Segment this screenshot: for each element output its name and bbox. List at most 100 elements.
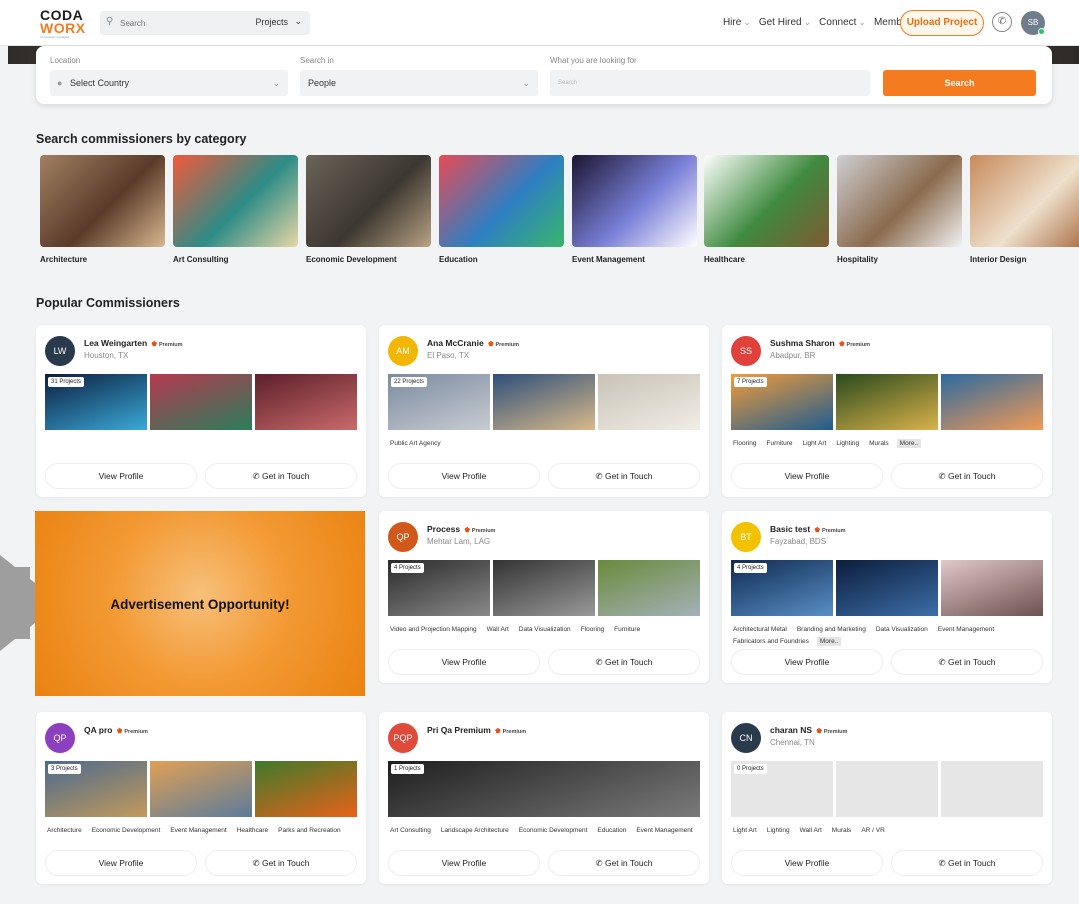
country-select[interactable]: ● Select Country ⌄ xyxy=(50,70,288,96)
project-thumbnail[interactable] xyxy=(255,374,357,430)
project-thumbnail[interactable] xyxy=(836,761,938,817)
view-profile-button[interactable]: View Profile xyxy=(388,850,540,876)
looking-for-input[interactable]: Search xyxy=(550,70,870,96)
commissioner-avatar[interactable]: CN xyxy=(731,723,761,753)
tag-chip[interactable]: Murals xyxy=(830,826,854,835)
commissioner-avatar[interactable]: LW xyxy=(45,336,75,366)
nav-get-hired[interactable]: Get Hired ⌄ xyxy=(759,17,811,28)
project-thumbnail[interactable] xyxy=(836,560,938,616)
project-thumbnail[interactable] xyxy=(388,761,700,817)
tag-chip[interactable]: Event Management xyxy=(634,826,694,835)
nav-hire[interactable]: Hire ⌄ xyxy=(723,17,751,28)
category-image[interactable] xyxy=(704,155,829,247)
category-economic-development[interactable]: Economic Development xyxy=(306,155,431,264)
commissioner-avatar[interactable]: SS xyxy=(731,336,761,366)
commissioner-name[interactable]: Basic test ♚ Premium xyxy=(770,524,846,534)
tag-chip[interactable]: Flooring xyxy=(579,625,606,634)
tag-chip[interactable]: Light Art xyxy=(801,439,829,448)
tag-chip[interactable]: Furniture xyxy=(764,439,794,448)
category-interior-design[interactable]: Interior Design xyxy=(970,155,1079,264)
tag-chip[interactable]: Healthcare xyxy=(235,826,270,835)
commissioner-name[interactable]: Ana McCranie ♚ Premium xyxy=(427,338,519,348)
codaworx-logo[interactable]: CODA WORX commission managed xyxy=(40,8,88,39)
category-label[interactable]: Art Consulting xyxy=(173,255,298,264)
tag-chip[interactable]: Architecture xyxy=(45,826,84,835)
project-thumbnail[interactable] xyxy=(941,761,1043,817)
commissioner-name[interactable]: Sushma Sharon ♚ Premium xyxy=(770,338,870,348)
tag-chip[interactable]: Video and Projection Mapping xyxy=(388,625,479,634)
commissioner-avatar[interactable]: PQP xyxy=(388,723,418,753)
project-thumbnail[interactable] xyxy=(836,374,938,430)
tag-chip[interactable]: Data Visualization xyxy=(517,625,573,634)
get-in-touch-button[interactable]: ✆ Get in Touch xyxy=(548,850,700,876)
view-profile-button[interactable]: View Profile xyxy=(731,850,883,876)
view-profile-button[interactable]: View Profile xyxy=(731,463,883,489)
more-tags-button[interactable]: More.. xyxy=(896,439,922,448)
category-label[interactable]: Education xyxy=(439,255,564,264)
project-thumbnail[interactable] xyxy=(598,374,700,430)
project-thumbnail[interactable] xyxy=(493,374,595,430)
tag-chip[interactable]: AR / VR xyxy=(859,826,886,835)
get-in-touch-button[interactable]: ✆ Get in Touch xyxy=(891,850,1043,876)
project-thumbnail[interactable] xyxy=(941,374,1043,430)
view-profile-button[interactable]: View Profile xyxy=(731,649,883,675)
category-label[interactable]: Hospitality xyxy=(837,255,962,264)
category-label[interactable]: Architecture xyxy=(40,255,165,264)
category-hospitality[interactable]: Hospitality xyxy=(837,155,962,264)
category-education[interactable]: Education xyxy=(439,155,564,264)
category-healthcare[interactable]: Healthcare xyxy=(704,155,829,264)
tag-chip[interactable]: Education xyxy=(595,826,628,835)
category-event-management[interactable]: Event Management xyxy=(572,155,697,264)
category-image[interactable] xyxy=(40,155,165,247)
tag-chip[interactable]: Data Visualization xyxy=(874,625,930,634)
tag-chip[interactable]: Parks and Recreation xyxy=(276,826,343,835)
tag-chip[interactable]: Fabricators and Foundries xyxy=(731,637,811,646)
chat-icon[interactable]: ✆ xyxy=(992,12,1012,32)
get-in-touch-button[interactable]: ✆ Get in Touch xyxy=(205,850,357,876)
tag-chip[interactable]: Event Management xyxy=(936,625,996,634)
tag-chip[interactable]: Event Management xyxy=(168,826,228,835)
commissioner-avatar[interactable]: BT xyxy=(731,522,761,552)
get-in-touch-button[interactable]: ✆ Get in Touch xyxy=(548,649,700,675)
project-thumbnail[interactable] xyxy=(150,374,252,430)
tag-chip[interactable]: Landscape Architecture xyxy=(439,826,511,835)
project-thumbnail[interactable] xyxy=(941,560,1043,616)
upload-project-button[interactable]: Upload Project xyxy=(900,10,984,36)
tag-chip[interactable]: Public Art Agency xyxy=(388,439,443,448)
category-image[interactable] xyxy=(173,155,298,247)
category-image[interactable] xyxy=(572,155,697,247)
tag-chip[interactable]: Wall Art xyxy=(485,625,511,634)
view-profile-button[interactable]: View Profile xyxy=(45,850,197,876)
user-avatar[interactable]: SB xyxy=(1021,11,1045,35)
tag-chip[interactable]: Art Consulting xyxy=(388,826,433,835)
category-label[interactable]: Healthcare xyxy=(704,255,829,264)
tag-chip[interactable]: Lighting xyxy=(834,439,861,448)
commissioner-avatar[interactable]: AM xyxy=(388,336,418,366)
tag-chip[interactable]: Furniture xyxy=(612,625,642,634)
category-image[interactable] xyxy=(306,155,431,247)
global-search-input[interactable] xyxy=(120,15,230,31)
nav-connect[interactable]: Connect ⌄ xyxy=(819,17,866,28)
project-thumbnail[interactable] xyxy=(150,761,252,817)
category-image[interactable] xyxy=(439,155,564,247)
search-in-select[interactable]: People ⌄ xyxy=(300,70,538,96)
category-label[interactable]: Event Management xyxy=(572,255,697,264)
commissioner-avatar[interactable]: QP xyxy=(388,522,418,552)
category-image[interactable] xyxy=(970,155,1079,247)
tag-chip[interactable]: Economic Development xyxy=(517,826,590,835)
get-in-touch-button[interactable]: ✆ Get in Touch xyxy=(891,463,1043,489)
tag-chip[interactable]: Murals xyxy=(867,439,891,448)
advertisement-banner[interactable]: Advertisement Opportunity! xyxy=(35,511,365,696)
search-button[interactable]: Search xyxy=(883,70,1036,96)
view-profile-button[interactable]: View Profile xyxy=(45,463,197,489)
commissioner-name[interactable]: Process ♚ Premium xyxy=(427,524,495,534)
commissioner-avatar[interactable]: QP xyxy=(45,723,75,753)
tag-chip[interactable]: Wall Art xyxy=(798,826,824,835)
get-in-touch-button[interactable]: ✆ Get in Touch xyxy=(548,463,700,489)
project-thumbnail[interactable] xyxy=(598,560,700,616)
view-profile-button[interactable]: View Profile xyxy=(388,649,540,675)
project-thumbnail[interactable] xyxy=(255,761,357,817)
commissioner-name[interactable]: Pri Qa Premium ♚ Premium xyxy=(427,725,526,735)
commissioner-name[interactable]: Lea Weingarten ♚ Premium xyxy=(84,338,183,348)
get-in-touch-button[interactable]: ✆ Get in Touch xyxy=(891,649,1043,675)
